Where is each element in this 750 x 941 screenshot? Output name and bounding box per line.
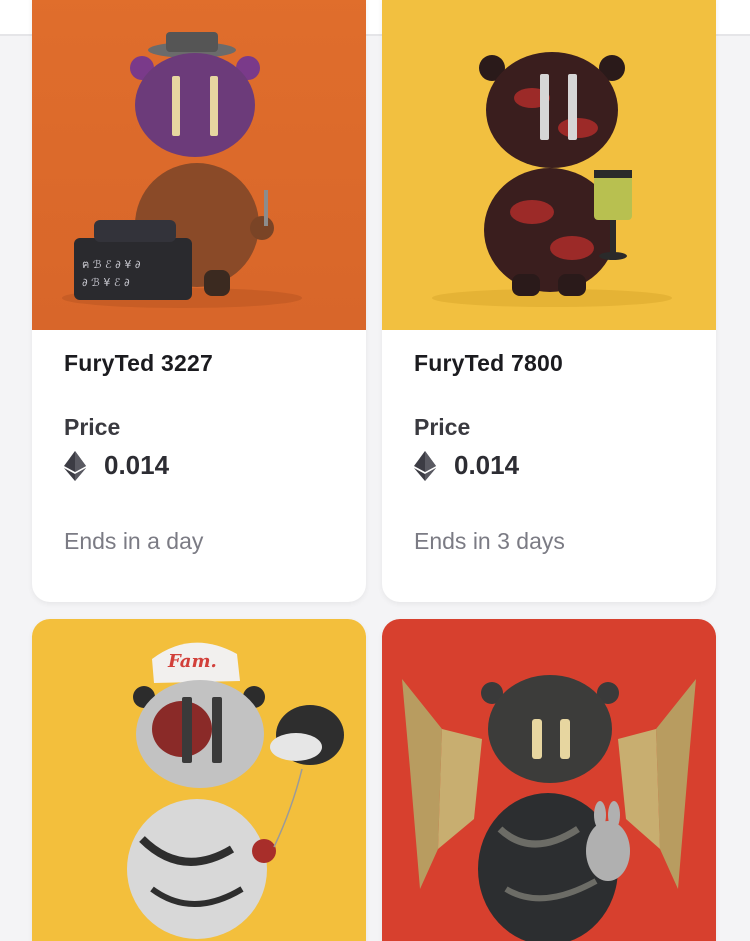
nft-grid: ฅ ℬ ℰ ∂ ¥ ∂ ∂ ℬ ¥ ℰ ∂ FuryTed 3227 Price…: [0, 0, 750, 941]
auction-end-time: Ends in a day: [64, 528, 204, 554]
svg-text:ฅ ℬ ℰ ∂ ¥ ∂: ฅ ℬ ℰ ∂ ¥ ∂: [82, 258, 141, 271]
nft-image[interactable]: ฅ ℬ ℰ ∂ ¥ ∂ ∂ ℬ ¥ ℰ ∂: [32, 0, 366, 330]
nft-card[interactable]: [382, 619, 716, 941]
nft-card[interactable]: FuryTed 7800 Price 0.014 Ends in 3 days: [382, 0, 716, 602]
nft-name: FuryTed 3227: [64, 350, 213, 376]
nft-image[interactable]: Fam.: [32, 619, 366, 941]
nft-name: FuryTed 7800: [414, 350, 563, 376]
nft-image[interactable]: [382, 0, 716, 330]
price-row: 0.014: [64, 450, 169, 481]
price-value: 0.014: [454, 450, 520, 480]
price-value: 0.014: [104, 450, 170, 480]
price-label: Price: [64, 414, 121, 440]
ethereum-icon: [64, 450, 86, 481]
price-label: Price: [414, 414, 471, 440]
nft-card-body: FuryTed 3227 Price 0.014 Ends in a day: [32, 330, 366, 602]
ethereum-icon: [414, 450, 436, 481]
nft-card[interactable]: Fam.: [32, 619, 366, 941]
auction-end-time: Ends in 3 days: [414, 528, 565, 554]
price-row: 0.014: [414, 450, 519, 481]
svg-text:∂ ℬ ¥ ℰ ∂: ∂ ℬ ¥ ℰ ∂: [82, 276, 130, 289]
nft-image[interactable]: [382, 619, 716, 941]
svg-text:Fam.: Fam.: [167, 651, 217, 672]
nft-card[interactable]: ฅ ℬ ℰ ∂ ¥ ∂ ∂ ℬ ¥ ℰ ∂ FuryTed 3227 Price…: [32, 0, 366, 602]
nft-card-body: FuryTed 7800 Price 0.014 Ends in 3 days: [382, 330, 716, 602]
